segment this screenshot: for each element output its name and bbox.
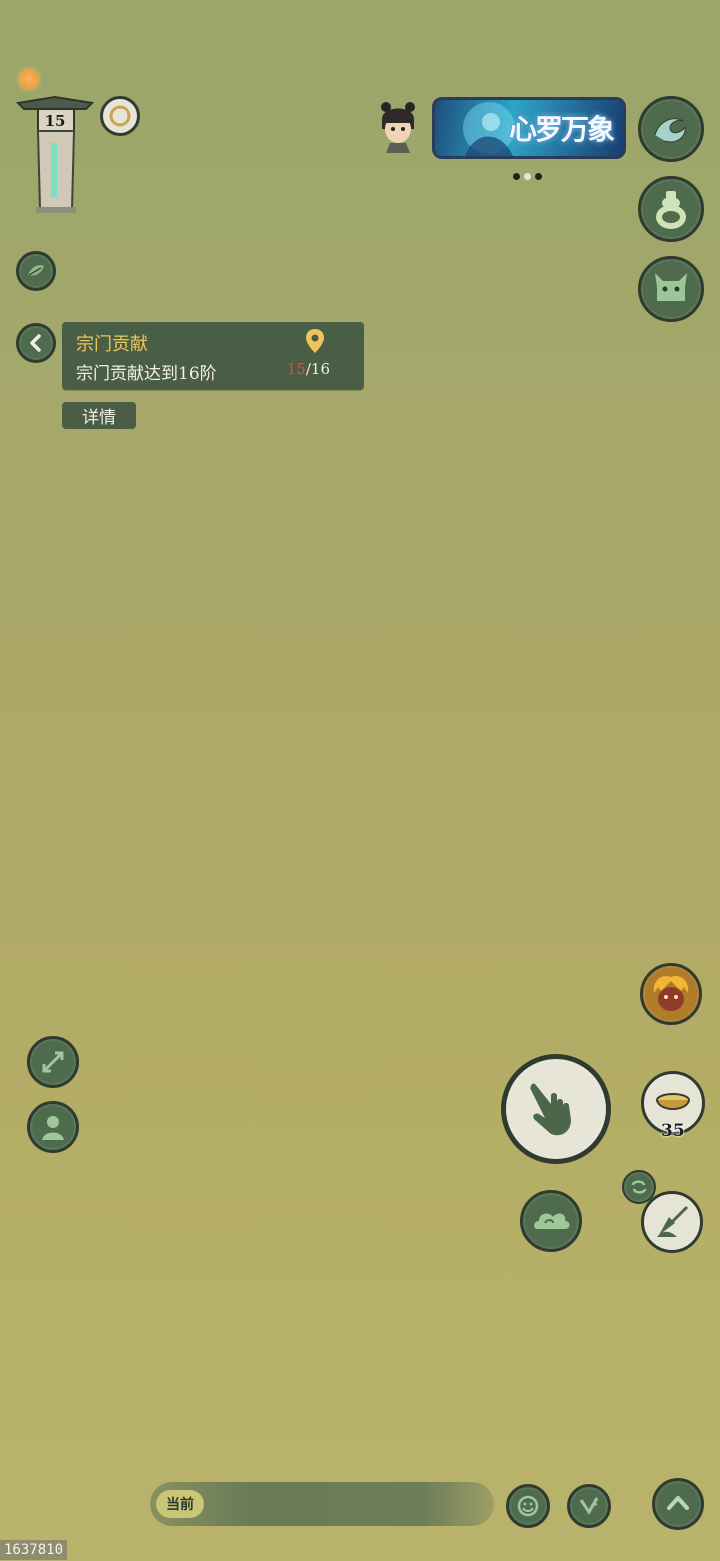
moon-ring-button[interactable] [100, 96, 140, 136]
quest-progress: 15/16 [287, 360, 330, 378]
edit-icon [579, 1497, 599, 1515]
banner-dot-2[interactable] [524, 173, 531, 180]
moon-ring-icon [109, 105, 131, 127]
cloud-icon [534, 1213, 570, 1229]
banner-pager [511, 165, 544, 184]
hand-touch-icon [530, 1083, 571, 1136]
sword-brush-icon [657, 1205, 689, 1237]
edit-button[interactable] [567, 1484, 611, 1528]
expand-button[interactable] [27, 1036, 79, 1088]
expand-icon [42, 1051, 64, 1073]
swap-icon [631, 1180, 647, 1194]
character-avatar[interactable] [374, 99, 422, 155]
interact-button[interactable] [501, 1054, 611, 1164]
chat-channel-tag[interactable]: 当前 [156, 1490, 204, 1518]
demon-mask-button[interactable] [638, 256, 704, 322]
quest-panel[interactable]: 宗门贡献 宗门贡献达到16阶 15/16 [62, 322, 364, 390]
quest-title: 宗门贡献 [76, 334, 148, 355]
emoji-button[interactable] [506, 1484, 550, 1528]
emoji-icon [517, 1495, 539, 1517]
quest-progress-current: 15 [286, 360, 306, 378]
wave-button[interactable] [638, 96, 704, 162]
character-avatar-icon [381, 102, 415, 153]
meditate-button[interactable] [27, 1101, 79, 1153]
quest-detail-button[interactable]: 详情 [62, 402, 136, 429]
wave-icon [654, 118, 686, 143]
banner-dot-1[interactable] [513, 173, 520, 180]
chat-input-bar[interactable]: 当前 [150, 1482, 494, 1526]
location-pin-icon[interactable] [304, 328, 326, 358]
chevron-up-icon [667, 1496, 689, 1510]
banner-title: 心罗万象 [508, 113, 615, 146]
cloud-button[interactable] [520, 1190, 582, 1252]
level-tower[interactable]: 15 [15, 95, 95, 215]
food-bowl-icon [656, 1093, 690, 1110]
quest-description: 宗门贡献达到16阶 [76, 364, 217, 384]
meditate-icon [42, 1116, 64, 1140]
collapse-quest-button[interactable] [16, 323, 56, 363]
demon-mask-icon [655, 273, 687, 301]
quest-progress-total: /16 [305, 360, 330, 378]
banner-dot-3[interactable] [535, 173, 542, 180]
id-watermark: 1637810 [0, 1540, 68, 1560]
event-banner[interactable]: 心罗万象 [432, 97, 626, 159]
gourd-icon [656, 191, 686, 229]
leaf-icon [28, 265, 44, 276]
fire-demon-icon [653, 975, 689, 1011]
leaf-button[interactable] [16, 251, 56, 291]
gourd-button[interactable] [638, 176, 704, 242]
sun-icon [19, 69, 39, 89]
fire-demon-button[interactable] [640, 963, 702, 1025]
expand-menu-button[interactable] [652, 1478, 704, 1530]
back-arrow-icon [30, 334, 41, 352]
level-number: 15 [44, 112, 66, 130]
consumable-count: 35 [661, 1121, 685, 1141]
sword-skill-button[interactable] [641, 1191, 703, 1253]
